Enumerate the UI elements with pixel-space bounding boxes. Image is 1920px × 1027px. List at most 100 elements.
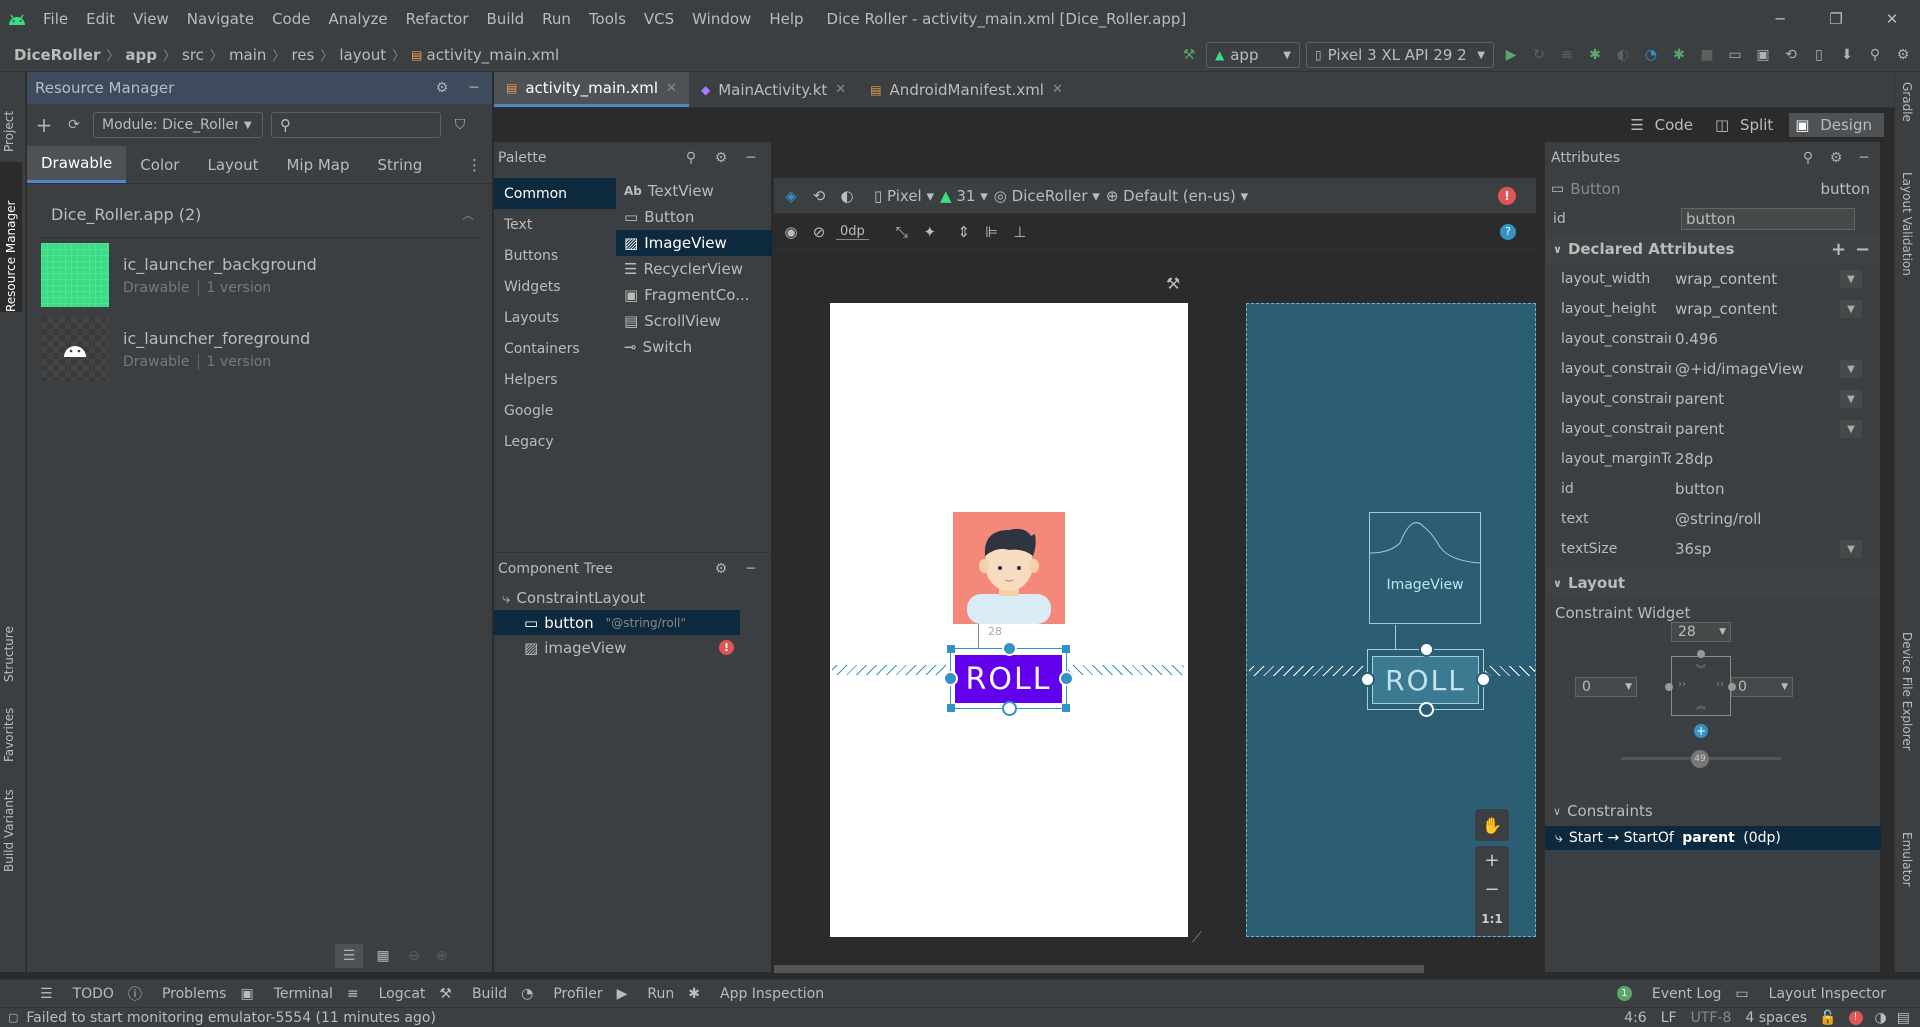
palette-item[interactable]: ☰ RecyclerView <box>616 256 772 282</box>
menu-analyze[interactable]: Analyze <box>319 10 396 28</box>
attribute-value[interactable]: wrap_content <box>1671 300 1777 318</box>
attribute-row[interactable]: layout_constraint...0.496 <box>1545 324 1880 354</box>
menu-view[interactable]: View <box>124 10 178 28</box>
list-item[interactable]: ic_launcher_foreground Drawable 1 version <box>27 312 492 386</box>
code-mode-button[interactable]: ☰ Code <box>1624 113 1705 137</box>
zoom-fit-button[interactable]: ⊡ <box>1475 933 1509 936</box>
blueprint-imageview[interactable]: ImageView <box>1369 512 1481 624</box>
margin-start-select[interactable]: 0 ▼ <box>1575 677 1637 697</box>
search-input[interactable]: ⚲ <box>271 112 441 138</box>
autoconnect-off-icon[interactable]: ⊘ <box>808 221 830 243</box>
resize-corner-icon[interactable]: ⟋ <box>1192 930 1202 946</box>
end-constraint-dot[interactable] <box>1728 683 1736 691</box>
tool-tab-structure[interactable]: Structure <box>2 612 16 682</box>
search-icon[interactable]: ⚲ <box>1864 44 1886 66</box>
theme-select[interactable]: ◎ DiceRoller ▾ <box>994 187 1100 205</box>
gear-icon[interactable]: ⚙ <box>1825 147 1847 169</box>
breadcrumb-file[interactable]: activity_main.xml <box>427 46 560 64</box>
list-item[interactable]: ic_launcher_background Drawable 1 version <box>27 238 492 312</box>
gear-icon[interactable]: ⚙ <box>710 147 732 169</box>
hammer-icon[interactable]: ⚒ <box>1178 44 1200 66</box>
chevron-down-icon[interactable]: ▼ <box>1840 360 1862 378</box>
top-anchor[interactable] <box>1419 642 1434 657</box>
apply-changes-icon[interactable]: ↻ <box>1528 44 1550 66</box>
id-field[interactable] <box>1681 208 1855 230</box>
top-constraint-dot[interactable] <box>1697 650 1705 658</box>
hide-icon[interactable]: ─ <box>740 147 762 169</box>
list-view-icon[interactable]: ☰ <box>335 944 363 968</box>
tool-run[interactable]: ▶ Run <box>617 986 675 1002</box>
tab-mipmap[interactable]: Mip Map <box>272 146 363 183</box>
pack-icon[interactable]: ⇕ <box>953 221 975 243</box>
attribute-row[interactable]: text @string/roll <box>1545 504 1880 534</box>
menu-code[interactable]: Code <box>263 10 319 28</box>
blueprint-roll-button[interactable]: ROLL <box>1360 642 1491 717</box>
layout-section-header[interactable]: ∨ Layout <box>1545 568 1880 598</box>
attribute-row[interactable]: layout_width wrap_content ▼ <box>1545 264 1880 294</box>
zoom-out-icon[interactable]: ⊖ <box>403 945 425 967</box>
menu-tools[interactable]: Tools <box>580 10 635 28</box>
gear-icon[interactable]: ⚙ <box>431 77 453 99</box>
debug-icon[interactable]: ✱ <box>1584 44 1606 66</box>
help-icon[interactable]: ? <box>1500 223 1516 240</box>
resize-handle[interactable] <box>947 704 955 712</box>
search-icon[interactable]: ⚲ <box>1797 147 1819 169</box>
project-structure-icon[interactable]: ▭ <box>1724 44 1746 66</box>
attribute-value[interactable]: 36sp <box>1671 540 1711 558</box>
breadcrumb-main[interactable]: main <box>229 46 266 64</box>
attribute-row[interactable]: layout_constraint...parent ▼ <box>1545 414 1880 444</box>
grid-view-icon[interactable]: ▦ <box>369 944 397 968</box>
device-manager-icon[interactable]: ▯ <box>1808 44 1830 66</box>
breadcrumb-src[interactable]: src <box>182 46 204 64</box>
attribute-row[interactable]: layout_marginTop28dp <box>1545 444 1880 474</box>
close-tab-icon[interactable]: ✕ <box>835 82 846 97</box>
tool-problems[interactable]: ⓘ Problems <box>128 984 227 1004</box>
palette-category[interactable]: Widgets <box>494 271 616 302</box>
add-resource-icon[interactable]: + <box>33 113 55 137</box>
chevron-down-icon[interactable]: ▼ <box>1840 390 1862 408</box>
attribute-value[interactable]: 28dp <box>1671 450 1713 468</box>
chevron-down-icon[interactable]: ▼ <box>1840 300 1862 318</box>
status-message[interactable]: Failed to start monitoring emulator-5554… <box>26 1010 436 1026</box>
attribute-value[interactable]: parent <box>1671 420 1724 438</box>
device-select[interactable]: ▯ Pixel 3 XL API 29 2 ▼ <box>1306 42 1494 68</box>
resize-handle[interactable] <box>947 645 955 653</box>
margin-end-select[interactable]: 0 ▼ <box>1731 677 1793 697</box>
tool-app-inspection[interactable]: ✱ App Inspection <box>688 986 824 1002</box>
attach-debugger-icon[interactable]: ◐ <box>1612 44 1634 66</box>
zoom-actual-button[interactable]: 1:1 <box>1475 904 1509 933</box>
declared-attributes-header[interactable]: ∨ Declared Attributes + − <box>1545 234 1880 264</box>
palette-item[interactable]: Ab TextView <box>616 178 772 204</box>
search-icon[interactable]: ⚲ <box>680 147 702 169</box>
error-icon[interactable]: ! <box>1498 186 1516 205</box>
tab-layout[interactable]: Layout <box>193 146 272 183</box>
eye-icon[interactable]: ◉ <box>780 221 802 243</box>
settings-icon[interactable]: ⚙ <box>1892 44 1914 66</box>
palette-item[interactable]: ▭ Button <box>616 204 772 230</box>
orientation-icon[interactable]: ⟲ <box>808 185 830 207</box>
tab-drawable[interactable]: Drawable <box>27 146 127 183</box>
clear-constraints-icon[interactable]: ⤡ <box>891 221 913 243</box>
night-mode-icon[interactable]: ◐ <box>836 185 858 207</box>
locale-select[interactable]: ⊕ Default (en-us) ▾ <box>1106 187 1248 205</box>
tree-node-constraintlayout[interactable]: ⤷ ConstraintLayout <box>494 585 771 610</box>
phone-preview[interactable]: 28 ROLL <box>830 303 1188 937</box>
menu-run[interactable]: Run <box>533 10 580 28</box>
chevron-down-icon[interactable]: ▼ <box>1840 420 1862 438</box>
palette-item[interactable]: ⊸ Switch <box>616 334 772 360</box>
resize-handle[interactable] <box>1062 645 1070 653</box>
roll-button-preview[interactable]: ROLL <box>943 641 1074 716</box>
lock-icon[interactable]: 🔓 <box>1819 1010 1836 1026</box>
end-anchor[interactable] <box>1476 672 1491 687</box>
gear-icon[interactable]: ⚙ <box>710 558 732 580</box>
bias-slider-thumb[interactable]: 49 <box>1691 750 1709 768</box>
run-icon[interactable]: ▶ <box>1500 44 1522 66</box>
tool-layout-inspector[interactable]: ▭ Layout Inspector <box>1735 986 1886 1002</box>
module-select[interactable]: Module: Dice_Roller ▼ <box>93 112 263 138</box>
palette-category[interactable]: Google <box>494 395 616 426</box>
more-tabs-icon[interactable]: ⋮ <box>457 146 492 183</box>
menu-vcs[interactable]: VCS <box>635 10 683 28</box>
palette-item[interactable]: ▣ FragmentCo... <box>616 282 772 308</box>
refresh-icon[interactable]: ⟳ <box>63 114 85 136</box>
palette-item[interactable]: ▨ ImageView <box>616 230 772 256</box>
